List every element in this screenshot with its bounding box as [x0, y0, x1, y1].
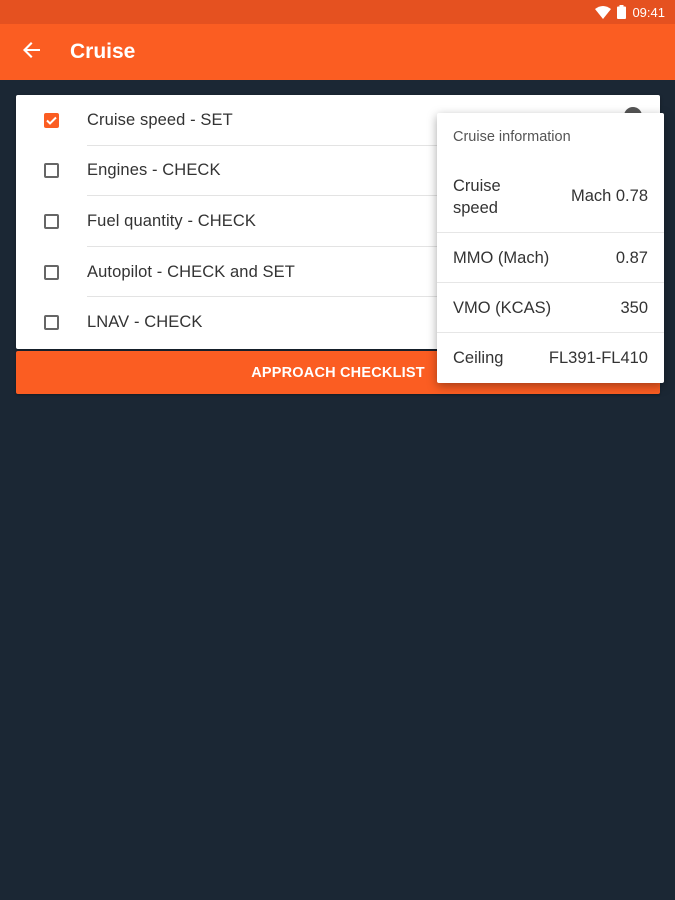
- info-row-name: Cruise speed: [453, 176, 501, 217]
- arrow-back-icon: [22, 40, 42, 65]
- checkbox[interactable]: [44, 213, 59, 229]
- wifi-icon: [595, 5, 612, 19]
- status-time: 09:41: [632, 4, 665, 20]
- info-row-cruise-speed: Cruise speed Mach 0.78: [437, 160, 664, 233]
- info-row-value: Mach 0.78: [570, 187, 648, 205]
- checkbox[interactable]: [44, 315, 59, 331]
- info-row-vmo: VMO (KCAS) 350: [437, 283, 664, 333]
- status-bar: 09:41: [0, 0, 675, 24]
- page-title: Cruise: [70, 40, 136, 63]
- info-row-value: FL391-FL410: [548, 348, 648, 367]
- checklist-item-label: Fuel quantity - CHECK: [87, 211, 256, 230]
- cruise-info-popup: Cruise information Cruise speed Mach 0.7…: [437, 113, 664, 383]
- battery-icon: [617, 5, 627, 19]
- checkbox-checked[interactable]: [44, 112, 59, 128]
- info-row-value: 0.87: [615, 248, 648, 267]
- checklist-item-label: Engines - CHECK: [87, 161, 221, 180]
- popup-title: Cruise information: [453, 128, 571, 145]
- info-row-name: Ceiling: [453, 349, 504, 367]
- checkbox[interactable]: [44, 163, 59, 179]
- checkbox[interactable]: [44, 264, 59, 280]
- back-button[interactable]: [0, 24, 64, 80]
- info-row-value: 350: [620, 298, 648, 317]
- app-bar: Cruise: [0, 24, 675, 80]
- info-row-name: MMO (Mach): [453, 249, 550, 267]
- info-row-name: VMO (KCAS): [453, 299, 552, 317]
- info-row-mmo: MMO (Mach) 0.87: [437, 233, 664, 283]
- checklist-item-label: Cruise speed - SET: [87, 110, 233, 129]
- checklist-item-label: Autopilot - CHECK and SET: [87, 262, 295, 281]
- info-row-ceiling: Ceiling FL391-FL410: [437, 333, 664, 383]
- checklist-item-label: LNAV - CHECK: [87, 313, 203, 332]
